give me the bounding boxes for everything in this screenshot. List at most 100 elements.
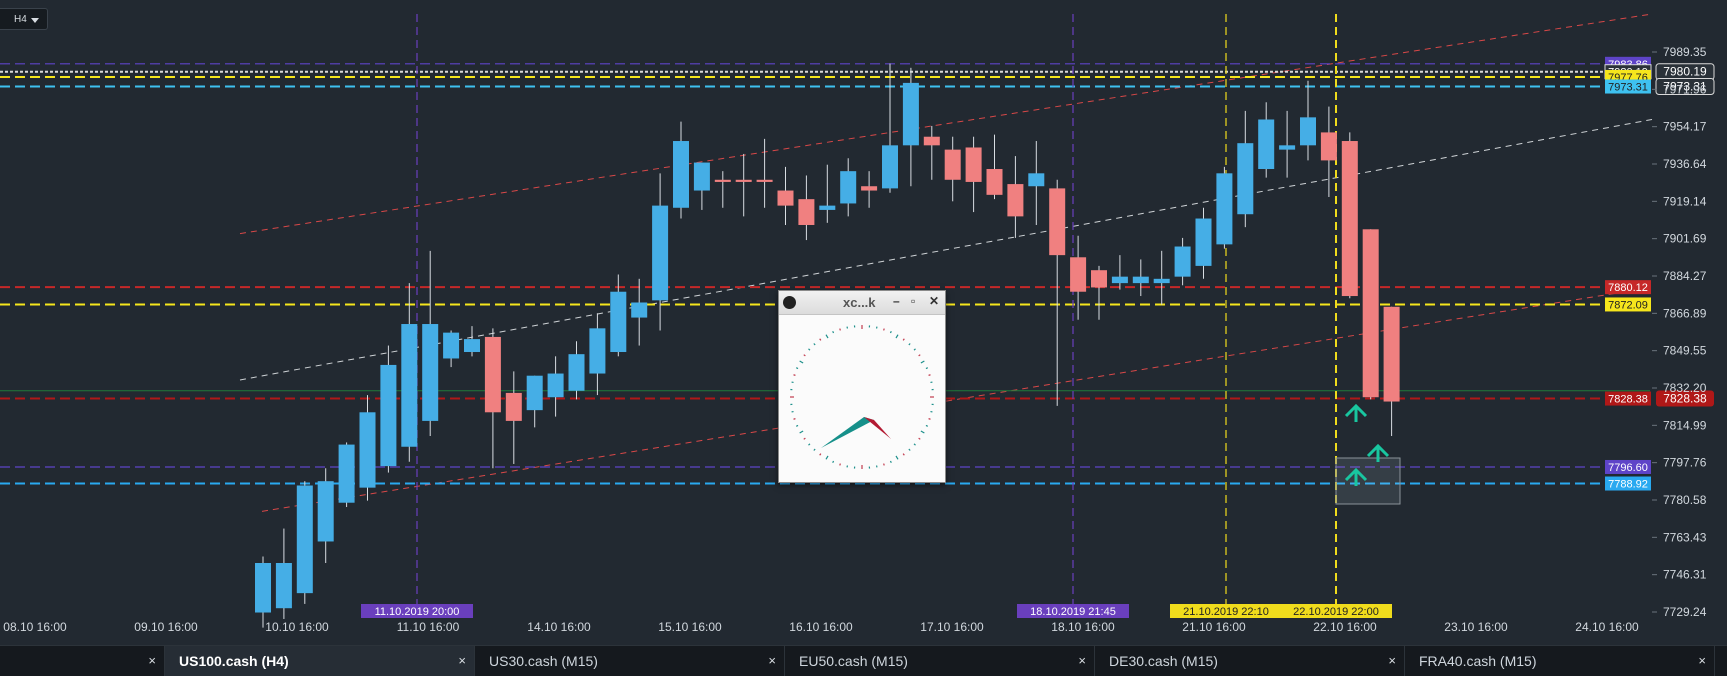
trendline-red-upper[interactable] bbox=[240, 14, 1652, 234]
candle-body bbox=[255, 563, 271, 613]
candle[interactable] bbox=[1007, 156, 1023, 238]
candle[interactable] bbox=[778, 167, 794, 225]
candle-body bbox=[548, 374, 564, 398]
chart-tab[interactable]: EU50.cash (M15)× bbox=[785, 646, 1095, 676]
candle[interactable] bbox=[1216, 167, 1232, 249]
price-tick-label: 7849.55 bbox=[1663, 344, 1707, 358]
candle[interactable] bbox=[652, 173, 668, 330]
candle[interactable] bbox=[987, 135, 1003, 200]
close-tab-icon[interactable]: × bbox=[1698, 646, 1706, 676]
candle[interactable] bbox=[1028, 141, 1044, 225]
clock-window-titlebar[interactable]: xc...k – ▫ ✕ bbox=[779, 291, 945, 315]
candle[interactable] bbox=[882, 64, 898, 193]
candle[interactable] bbox=[1258, 102, 1274, 177]
selection-box[interactable] bbox=[1336, 458, 1400, 504]
close-tab-icon[interactable]: × bbox=[458, 646, 466, 676]
candle[interactable] bbox=[798, 175, 814, 240]
clock-tick bbox=[804, 355, 806, 356]
candle[interactable] bbox=[1154, 251, 1170, 305]
candle-body bbox=[631, 302, 647, 317]
price-level-value: 7973.31 bbox=[1608, 82, 1648, 94]
candle[interactable] bbox=[694, 163, 710, 210]
candle[interactable] bbox=[840, 158, 856, 216]
close-tab-icon[interactable]: × bbox=[1388, 646, 1396, 676]
candle[interactable] bbox=[1279, 111, 1295, 178]
candle[interactable] bbox=[1112, 255, 1128, 289]
close-tab-icon[interactable]: × bbox=[148, 646, 156, 676]
candle[interactable] bbox=[673, 122, 689, 219]
price-level-value: 7796.60 bbox=[1608, 462, 1648, 474]
candle[interactable] bbox=[903, 68, 919, 186]
candle-body bbox=[1363, 229, 1379, 397]
candle[interactable] bbox=[276, 529, 292, 619]
candle[interactable] bbox=[1321, 107, 1337, 197]
candle[interactable] bbox=[1175, 238, 1191, 285]
clock-window[interactable]: xc...k – ▫ ✕ bbox=[778, 290, 946, 483]
candle[interactable] bbox=[506, 371, 522, 464]
candle[interactable] bbox=[464, 326, 480, 356]
clock-window-title: xc...k bbox=[843, 295, 876, 310]
clock-tick bbox=[929, 419, 931, 420]
candle[interactable] bbox=[318, 468, 334, 563]
minimize-icon[interactable]: – bbox=[893, 294, 900, 308]
chart-tab-label: DE30.cash (M15) bbox=[1109, 653, 1218, 669]
chart-tab[interactable]: FRA40.cash (M15)× bbox=[1405, 646, 1715, 676]
candle[interactable] bbox=[1384, 307, 1400, 436]
candle[interactable] bbox=[360, 395, 376, 500]
candle[interactable] bbox=[1237, 111, 1253, 227]
chart-tab[interactable]: US30.cash (M15)× bbox=[475, 646, 785, 676]
candle[interactable] bbox=[339, 442, 355, 507]
close-tab-icon[interactable]: × bbox=[768, 646, 776, 676]
candle[interactable] bbox=[548, 356, 564, 416]
clock-tick bbox=[926, 368, 928, 369]
candle[interactable] bbox=[589, 313, 605, 395]
timeframe-select[interactable]: H4 bbox=[0, 8, 48, 30]
candle[interactable] bbox=[861, 171, 877, 208]
candle[interactable] bbox=[443, 330, 459, 367]
candle[interactable] bbox=[736, 154, 752, 216]
candle[interactable] bbox=[255, 557, 271, 628]
clock-tick bbox=[814, 343, 815, 344]
candle[interactable] bbox=[527, 376, 543, 428]
candle[interactable] bbox=[297, 481, 313, 604]
candle[interactable] bbox=[485, 328, 501, 468]
candle[interactable] bbox=[631, 279, 647, 346]
timeframe-value: H4 bbox=[14, 14, 27, 25]
price-tick-label: 7797.76 bbox=[1663, 456, 1707, 470]
time-axis: 08.10 16:0009.10 16:0010.10 16:0011.10 1… bbox=[3, 620, 1639, 634]
candle[interactable] bbox=[422, 251, 438, 436]
candle[interactable] bbox=[1342, 132, 1358, 298]
time-tick-label: 15.10 16:00 bbox=[658, 620, 722, 634]
candle[interactable] bbox=[945, 137, 961, 202]
candle[interactable] bbox=[569, 341, 585, 399]
candle-body bbox=[1028, 173, 1044, 186]
candle-body bbox=[610, 292, 626, 352]
candle[interactable] bbox=[1133, 259, 1149, 296]
clock-tick bbox=[840, 464, 841, 466]
candle-body bbox=[1196, 219, 1212, 266]
close-icon[interactable]: ✕ bbox=[929, 294, 939, 308]
candle[interactable] bbox=[715, 171, 731, 208]
candle[interactable] bbox=[1363, 229, 1379, 399]
chart-tab[interactable]: × bbox=[0, 646, 165, 676]
candle[interactable] bbox=[924, 126, 940, 180]
maximize-icon[interactable]: ▫ bbox=[911, 294, 915, 308]
close-tab-icon[interactable]: × bbox=[1078, 646, 1086, 676]
price-tick-label: 7954.17 bbox=[1663, 120, 1707, 134]
candle[interactable] bbox=[757, 139, 773, 208]
candle[interactable] bbox=[966, 137, 982, 212]
clock-tick bbox=[804, 438, 806, 439]
buy-arrow-icon[interactable] bbox=[1346, 406, 1366, 422]
candle[interactable] bbox=[1196, 208, 1212, 279]
candle[interactable] bbox=[401, 283, 417, 462]
chart-tab[interactable]: DE30.cash (M15) × bbox=[1095, 646, 1405, 676]
chart-tab[interactable]: US100.cash (H4)× bbox=[165, 646, 475, 676]
candle[interactable] bbox=[1049, 180, 1065, 406]
time-marker-label: 21.10.2019 22:10 bbox=[1183, 606, 1269, 618]
clock-tick bbox=[800, 431, 803, 433]
candle[interactable] bbox=[1300, 81, 1316, 161]
candle[interactable] bbox=[1091, 266, 1107, 320]
candle[interactable] bbox=[380, 346, 396, 473]
candle-body bbox=[1007, 184, 1023, 216]
candle[interactable] bbox=[819, 165, 835, 223]
